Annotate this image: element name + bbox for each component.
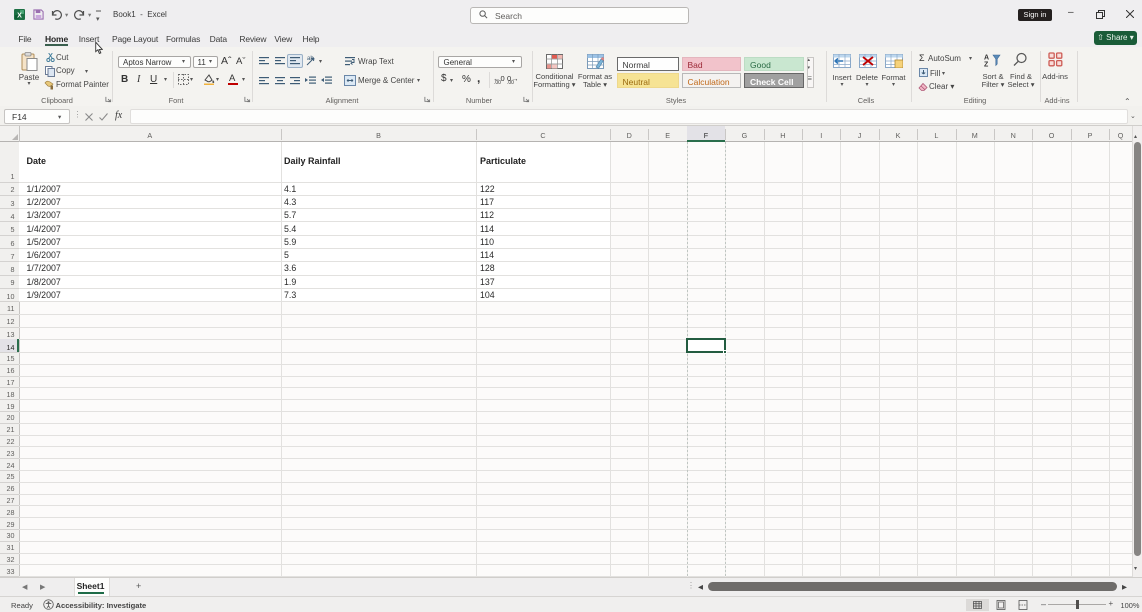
svg-text:ab: ab [307, 56, 314, 62]
svg-text:A: A [984, 55, 989, 62]
svg-text:Z: Z [984, 62, 989, 68]
svg-text:X: X [17, 11, 22, 19]
